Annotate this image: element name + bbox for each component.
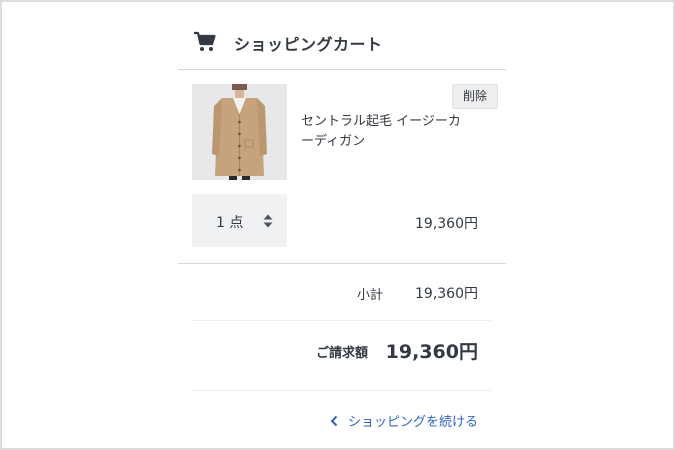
- total-label: ご請求額: [315, 346, 368, 361]
- page-title: ショッピングカート: [234, 35, 383, 54]
- subtotal-label: 小計: [356, 288, 383, 303]
- chevron-left-icon: [330, 415, 338, 426]
- cart-panel: ショッピングカート セントラル起毛 イージーカーディガン 削除 1 点 19,3…: [178, 14, 506, 446]
- subtotal-value: 19,360円: [415, 286, 478, 302]
- up-down-arrows-icon: [263, 214, 273, 228]
- divider: [192, 390, 492, 391]
- divider: [192, 320, 492, 321]
- quantity-value: 1 点: [216, 215, 244, 231]
- delete-button[interactable]: 削除: [452, 84, 498, 109]
- cart-header: ショッピングカート: [178, 14, 506, 70]
- total-value: 19,360円: [385, 341, 478, 363]
- product-name[interactable]: セントラル起毛 イージーカーディガン: [301, 112, 461, 152]
- continue-shopping-label: ショッピングを続ける: [347, 415, 478, 430]
- shopping-cart-icon: [194, 31, 216, 51]
- product-image[interactable]: [192, 84, 287, 180]
- divider: [178, 263, 506, 264]
- continue-shopping-link[interactable]: ショッピングを続ける: [330, 411, 478, 430]
- quantity-select[interactable]: 1 点: [192, 194, 287, 247]
- line-item-price: 19,360円: [415, 216, 478, 232]
